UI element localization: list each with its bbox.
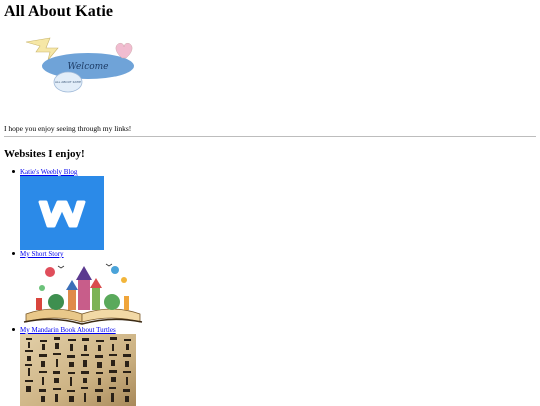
section-heading: Websites I enjoy! (4, 148, 85, 160)
link-weebly-blog[interactable]: Katie's Weebly Blog (20, 168, 77, 176)
welcome-script-text: Welcome (67, 62, 108, 72)
bullet (12, 170, 15, 173)
heart-icon (115, 42, 133, 59)
section-divider (4, 136, 536, 137)
storybook-illustration-image[interactable] (20, 258, 146, 326)
intro-text: I hope you enjoy seeing through my links… (4, 124, 132, 133)
bullet (12, 328, 15, 331)
page-title: All About Katie (4, 3, 114, 20)
link-short-story[interactable]: My Short Story (20, 250, 64, 258)
welcome-banner-image: Welcome ALL ABOUT KATIE (25, 37, 134, 93)
lightning-bolt-icon (25, 37, 59, 61)
chinese-calligraphy-image[interactable] (20, 334, 136, 406)
weebly-logo-image[interactable] (20, 176, 104, 250)
badge-text: ALL ABOUT KATIE (55, 80, 81, 84)
bullet (12, 252, 15, 255)
link-mandarin-book[interactable]: My Mandarin Book About Turtles (20, 326, 116, 334)
